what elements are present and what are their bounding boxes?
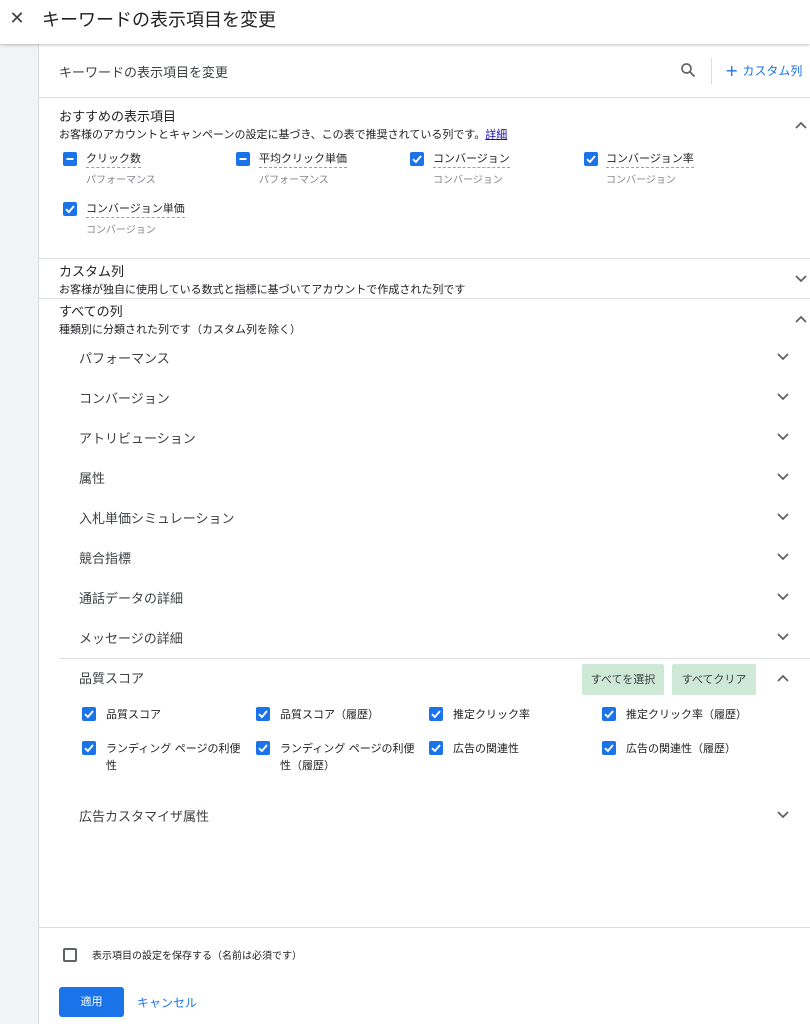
chevron-up-icon[interactable] — [775, 670, 791, 686]
plus-icon: + — [725, 61, 739, 80]
category-item[interactable]: コンバージョン — [79, 388, 170, 407]
category-item[interactable]: メッセージの詳細 — [79, 628, 183, 647]
section-divider — [39, 258, 810, 259]
recommended-title: おすすめの表示項目 — [59, 110, 177, 125]
save-settings-label: 表示項目の設定を保存する（名前は必須です） — [92, 951, 302, 962]
category-quality-score[interactable]: 品質スコア — [79, 668, 144, 687]
category-ad-customizer[interactable]: 広告カスタマイザ属性 — [79, 806, 209, 825]
recommended-item-label: コンバージョン — [433, 150, 510, 168]
recommended-checkbox[interactable] — [63, 202, 77, 216]
recommended-item-category: コンバージョン — [433, 175, 503, 186]
quality-score-checkbox[interactable] — [429, 741, 443, 755]
recommended-item-category: コンバージョン — [606, 175, 676, 186]
save-settings-checkbox[interactable] — [63, 948, 77, 962]
category-item[interactable]: アトリビューション — [79, 428, 196, 447]
recommended-item-label: 平均クリック単価 — [259, 150, 347, 168]
category-item[interactable]: 競合指標 — [79, 548, 131, 567]
chevron-down-icon[interactable] — [775, 389, 791, 405]
details-link[interactable]: 詳細 — [485, 128, 507, 141]
category-item[interactable]: 通話データの詳細 — [79, 588, 183, 607]
quality-score-item-label: 広告の関連性 — [453, 742, 519, 755]
cancel-button[interactable]: キャンセル — [137, 994, 197, 1011]
select-all-button[interactable]: すべてを選択 — [582, 664, 664, 695]
custom-column-label: カスタム列 — [742, 64, 803, 78]
chevron-up-icon[interactable] — [793, 117, 809, 133]
search-icon[interactable] — [679, 61, 697, 79]
quality-score-checkbox[interactable] — [256, 741, 270, 755]
quality-score-item-label: ランディング ページの利便性（履歴） — [280, 742, 415, 772]
quality-score-checkbox[interactable] — [429, 707, 443, 721]
chevron-down-icon[interactable] — [775, 549, 791, 565]
column-editor-panel: キーワードの表示項目を変更 + カスタム列 おすすめの表示項目 お客様のアカウント… — [38, 44, 810, 1024]
all-columns-description: 種類別に分類された列です（カスタム列を除く） — [59, 323, 301, 336]
category-item[interactable]: 属性 — [79, 468, 105, 487]
recommended-item-category: パフォーマンス — [259, 175, 329, 186]
quality-score-item-label: 推定クリック率 — [453, 708, 530, 721]
section-divider — [39, 298, 810, 299]
recommended-checkbox[interactable] — [584, 152, 598, 166]
quality-score-item-label: 品質スコア（履歴） — [280, 708, 379, 721]
recommended-checkbox[interactable] — [410, 152, 424, 166]
recommended-item-label: コンバージョン単価 — [86, 200, 185, 218]
quality-score-checkbox[interactable] — [602, 741, 616, 755]
add-custom-column-button[interactable]: + カスタム列 — [725, 61, 802, 80]
chevron-down-icon[interactable] — [793, 271, 809, 287]
quality-score-checkbox[interactable] — [82, 707, 96, 721]
chevron-down-icon[interactable] — [775, 589, 791, 605]
recommended-item-label: クリック数 — [86, 150, 141, 168]
header-divider — [711, 58, 712, 84]
custom-columns-description: お客様が独自に使用している数式と指標に基づいてアカウントで作成された列です — [59, 283, 466, 296]
chevron-down-icon[interactable] — [775, 349, 791, 365]
quality-score-checkbox[interactable] — [82, 741, 96, 755]
recommended-description: お客様のアカウントとキャンペーンの設定に基づき、この表で推奨されている列です。詳… — [59, 128, 508, 141]
panel-title: キーワードの表示項目を変更 — [59, 66, 229, 81]
chevron-down-icon[interactable] — [775, 429, 791, 445]
footer-divider — [39, 927, 810, 928]
chevron-down-icon[interactable] — [775, 469, 791, 485]
all-columns-title: すべての列 — [59, 305, 123, 320]
panel-header: キーワードの表示項目を変更 + カスタム列 — [39, 44, 810, 98]
chevron-down-icon[interactable] — [775, 807, 791, 823]
custom-columns-title: カスタム列 — [59, 265, 125, 280]
quality-score-item-label: 推定クリック率（履歴） — [626, 708, 747, 721]
window-title: キーワードの表示項目を変更 — [42, 10, 276, 31]
clear-all-button[interactable]: すべてクリア — [672, 664, 756, 695]
chevron-down-icon[interactable] — [775, 509, 791, 525]
top-bar: ✕ キーワードの表示項目を変更 — [0, 0, 810, 44]
category-item[interactable]: 入札単価シミュレーション — [79, 508, 234, 527]
apply-button[interactable]: 適用 — [59, 987, 124, 1017]
category-item[interactable]: パフォーマンス — [79, 348, 170, 367]
close-icon[interactable]: ✕ — [7, 9, 27, 29]
recommended-checkbox[interactable] — [236, 152, 250, 166]
quality-score-checkbox[interactable] — [602, 707, 616, 721]
quality-score-item-label: 広告の関連性（履歴） — [626, 742, 736, 755]
quality-score-divider — [59, 658, 810, 659]
quality-score-checkbox[interactable] — [256, 707, 270, 721]
recommended-item-category: パフォーマンス — [86, 175, 156, 186]
chevron-down-icon[interactable] — [775, 629, 791, 645]
recommended-item-label: コンバージョン率 — [606, 150, 694, 168]
chevron-up-icon[interactable] — [793, 311, 809, 327]
quality-score-item-label: ランディング ページの利便性 — [106, 742, 241, 772]
recommended-checkbox[interactable] — [63, 152, 77, 166]
quality-score-item-label: 品質スコア — [106, 708, 161, 721]
recommended-item-category: コンバージョン — [86, 225, 156, 236]
